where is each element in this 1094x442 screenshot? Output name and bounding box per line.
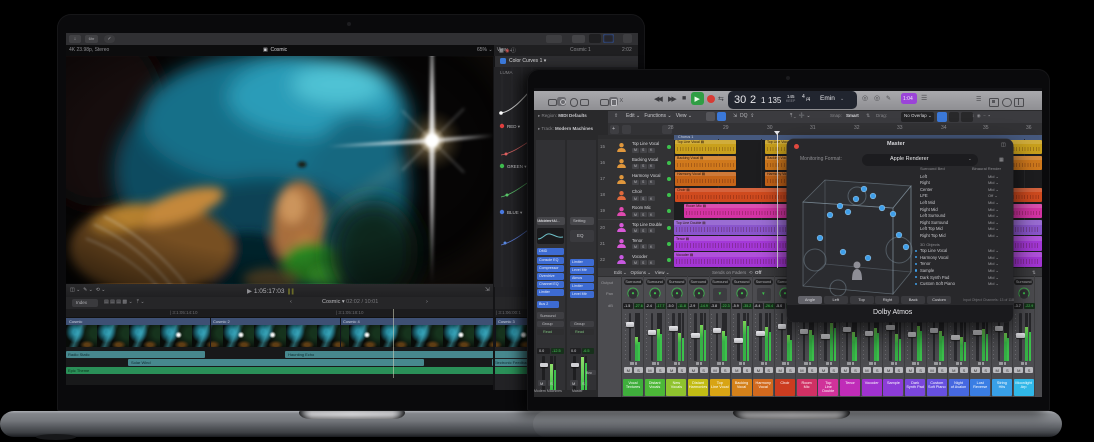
svg-text:BLUE ▾: BLUE ▾ xyxy=(507,210,523,215)
svg-text:RED ▾: RED ▾ xyxy=(507,124,521,129)
svg-text:LUMA: LUMA xyxy=(500,70,513,75)
svg-text:GREEN ▾: GREEN ▾ xyxy=(507,164,527,169)
